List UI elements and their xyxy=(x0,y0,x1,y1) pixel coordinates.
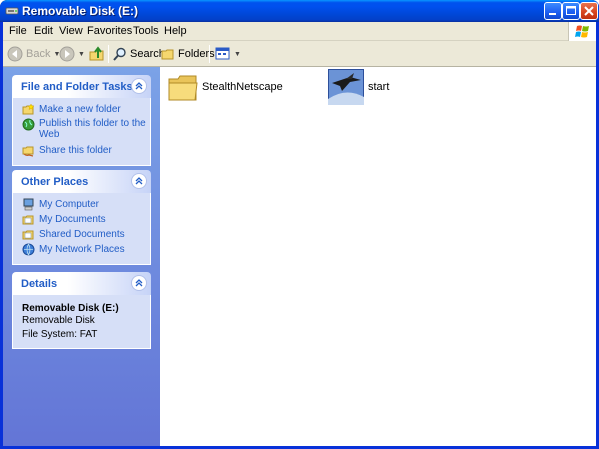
file-item-start[interactable]: start xyxy=(328,69,389,105)
windows-logo xyxy=(568,22,596,41)
search-icon xyxy=(113,47,126,61)
place-shared-documents[interactable]: Shared Documents xyxy=(13,228,150,243)
menu-tools[interactable]: Tools xyxy=(133,25,159,37)
search-label: Search xyxy=(130,48,165,60)
collapse-button[interactable] xyxy=(131,275,147,291)
stealth-jet-icon xyxy=(328,69,364,105)
forward-dropdown-icon[interactable]: ▼ xyxy=(78,51,85,58)
chevron-up-icon xyxy=(135,177,143,185)
details-panel: Details Removable Disk (E:) Removable Di… xyxy=(12,272,151,349)
menu-edit[interactable]: Edit xyxy=(34,25,53,37)
place-my-documents[interactable]: My Documents xyxy=(13,213,150,228)
title-bar[interactable]: Removable Disk (E:) xyxy=(0,0,599,22)
place-label: Shared Documents xyxy=(39,229,125,240)
toolbar-separator xyxy=(108,45,109,63)
content-area: File and Folder Tasks Make a new folder … xyxy=(3,67,596,446)
chevron-up-icon xyxy=(135,279,143,287)
globe-icon xyxy=(22,118,35,131)
menu-help[interactable]: Help xyxy=(164,25,187,37)
details-name: Removable Disk (E:) xyxy=(22,303,119,314)
minimize-button[interactable] xyxy=(544,2,562,20)
task-label: Publish this folder to the Web xyxy=(39,118,146,140)
details-header[interactable]: Details xyxy=(12,272,151,295)
close-button[interactable] xyxy=(580,2,598,20)
back-button[interactable]: Back ▼ xyxy=(7,44,60,64)
collapse-button[interactable] xyxy=(131,78,147,94)
search-button[interactable]: Search xyxy=(113,44,165,64)
panel-title: Details xyxy=(21,278,58,290)
file-item-stealthnetscape[interactable]: StealthNetscape xyxy=(168,71,283,103)
views-dropdown-icon[interactable]: ▼ xyxy=(234,51,241,58)
place-my-computer[interactable]: My Computer xyxy=(13,198,150,213)
file-list: StealthNetscape start xyxy=(160,67,596,446)
window-title: Removable Disk (E:) xyxy=(22,4,139,18)
windows-flag-icon xyxy=(575,25,589,38)
panel-title: File and Folder Tasks xyxy=(21,81,133,93)
place-label: My Computer xyxy=(39,199,100,210)
toolbar: Back ▼ ▼ Search Folders ▼ xyxy=(3,41,596,67)
menu-bar: File Edit View Favorites Tools Help xyxy=(3,22,596,41)
views-button[interactable]: ▼ xyxy=(215,44,241,64)
place-my-network-places[interactable]: My Network Places xyxy=(13,243,150,258)
maximize-button[interactable] xyxy=(562,2,580,20)
up-folder-button[interactable] xyxy=(89,44,105,64)
forward-button[interactable]: ▼ xyxy=(59,44,85,64)
forward-arrow-icon xyxy=(59,46,75,62)
task-pane: File and Folder Tasks Make a new folder … xyxy=(3,67,160,446)
window-frame-left xyxy=(0,22,3,449)
up-folder-icon xyxy=(89,46,104,61)
menu-favorites[interactable]: Favorites xyxy=(87,25,132,37)
folders-button[interactable]: Folders xyxy=(161,44,215,64)
network-places-icon xyxy=(22,243,35,256)
file-name: start xyxy=(368,81,390,93)
task-label: Share this folder xyxy=(39,145,112,156)
menu-view[interactable]: View xyxy=(59,25,83,37)
chevron-up-icon xyxy=(135,82,143,90)
share-folder-icon xyxy=(22,146,34,157)
toolbar-separator xyxy=(209,45,210,63)
task-label: Make a new folder xyxy=(39,104,121,115)
explorer-window: Removable Disk (E:) File Edit View Favor… xyxy=(0,0,599,449)
my-documents-icon xyxy=(22,215,34,225)
folders-icon xyxy=(161,49,174,60)
shared-documents-icon xyxy=(22,230,34,240)
details-body: Removable Disk (E:) Removable Disk File … xyxy=(12,295,151,349)
removable-disk-icon xyxy=(5,7,19,15)
menu-file[interactable]: File xyxy=(9,25,27,37)
task-make-new-folder[interactable]: Make a new folder xyxy=(13,103,150,118)
views-icon xyxy=(215,47,230,60)
file-folder-tasks-body: Make a new folder Publish this folder to… xyxy=(12,98,151,166)
folder-icon xyxy=(168,75,198,101)
back-arrow-icon xyxy=(7,46,23,62)
place-label: My Documents xyxy=(39,214,106,225)
collapse-button[interactable] xyxy=(131,173,147,189)
my-computer-icon xyxy=(23,198,34,211)
other-places-panel: Other Places My Computer My Documents Sh… xyxy=(12,170,151,265)
other-places-header[interactable]: Other Places xyxy=(12,170,151,193)
maximize-icon xyxy=(566,6,576,15)
details-type: Removable Disk xyxy=(22,315,95,326)
task-publish-folder[interactable]: Publish this folder to the Web xyxy=(13,118,150,144)
new-folder-icon xyxy=(22,103,35,115)
file-name: StealthNetscape xyxy=(202,81,283,93)
close-icon xyxy=(584,6,594,16)
file-folder-tasks-header[interactable]: File and Folder Tasks xyxy=(12,75,151,98)
place-label: My Network Places xyxy=(39,244,125,255)
file-folder-tasks-panel: File and Folder Tasks Make a new folder … xyxy=(12,75,151,166)
other-places-body: My Computer My Documents Shared Document… xyxy=(12,193,151,265)
details-filesystem: File System: FAT xyxy=(22,329,98,340)
panel-title: Other Places xyxy=(21,176,89,188)
task-share-folder[interactable]: Share this folder xyxy=(13,144,150,159)
minimize-icon xyxy=(549,13,556,15)
back-label: Back xyxy=(26,48,51,60)
